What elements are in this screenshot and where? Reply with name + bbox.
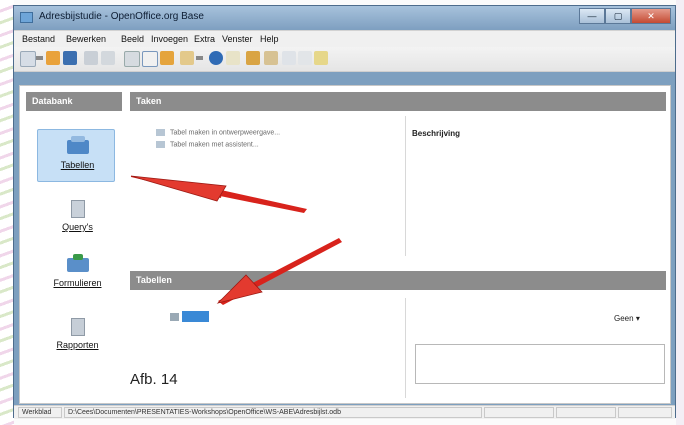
form-design-icon[interactable]	[142, 51, 158, 67]
status-cell-3	[484, 407, 554, 418]
database-header: Databank	[26, 92, 122, 111]
edit-icon[interactable]	[84, 51, 98, 65]
background-decoration	[0, 0, 14, 425]
standard-toolbar	[14, 47, 675, 72]
query-icon[interactable]	[264, 51, 278, 65]
tasks-header: Taken	[130, 92, 666, 111]
task-label: Tabel maken in ontwerpweergave...	[170, 129, 281, 137]
open-folder-icon[interactable]	[46, 51, 60, 65]
db-item-reports[interactable]: Rapporten	[30, 316, 125, 350]
db-item-tables[interactable]: Tabellen	[30, 136, 125, 170]
selected-table-name[interactable]	[182, 311, 209, 323]
whats-this-icon[interactable]	[226, 51, 240, 65]
table-design-icon	[156, 129, 165, 136]
database-workspace: Databank Tabellen Query's Formulieren Ra…	[19, 85, 671, 404]
preview-dropdown-value: Geen	[614, 314, 634, 323]
minimize-button[interactable]: —	[579, 8, 605, 24]
menu-invoegen[interactable]: Invoegen	[151, 34, 188, 44]
save-icon[interactable]	[63, 51, 77, 65]
reports-icon	[65, 316, 91, 336]
chevron-down-icon: ▾	[635, 314, 640, 323]
application-window: Adresbijstudie - OpenOffice.org Base — ▢…	[13, 5, 676, 419]
task-create-wizard[interactable]: Tabel maken met assistent...	[156, 141, 259, 148]
queries-icon	[65, 198, 91, 218]
status-mode: Werkblad	[18, 407, 62, 418]
task-label: Tabel maken met assistent...	[170, 141, 259, 149]
copy-icon[interactable]	[124, 51, 140, 67]
db-item-forms[interactable]: Formulieren	[30, 254, 125, 288]
help-icon[interactable]	[209, 51, 223, 65]
table-node-icon	[170, 312, 179, 321]
report-icon[interactable]	[160, 51, 174, 65]
description-label: Beschrijving	[412, 129, 461, 138]
table-wizard-icon	[156, 141, 165, 148]
table-tree-node[interactable]	[170, 311, 209, 323]
dropdown-arrow-icon-2[interactable]	[196, 56, 203, 60]
new-document-icon[interactable]	[20, 51, 36, 67]
status-cell-5	[618, 407, 672, 418]
pointer-icon[interactable]	[314, 51, 328, 65]
status-cell-4	[556, 407, 616, 418]
menu-venster[interactable]: Venster	[222, 34, 253, 44]
menu-help[interactable]: Help	[260, 34, 279, 44]
status-bar: Werkblad D:\Cees\Documenten\PRESENTATIES…	[14, 405, 675, 419]
status-path: D:\Cees\Documenten\PRESENTATIES-Workshop…	[64, 407, 482, 418]
export-pdf-icon[interactable]	[101, 51, 115, 65]
tasks-divider	[405, 116, 406, 256]
menu-bewerken[interactable]: Bewerken	[66, 34, 106, 44]
background-edge	[676, 0, 684, 425]
menu-bar: Bestand Bewerken Beeld Invoegen Extra Ve…	[14, 30, 675, 48]
filter-icon[interactable]	[282, 51, 296, 65]
menu-beeld[interactable]: Beeld	[121, 34, 144, 44]
tables-icon	[65, 136, 91, 156]
tables-divider	[405, 298, 406, 398]
table-icon[interactable]	[246, 51, 260, 65]
undo-icon[interactable]	[298, 51, 312, 65]
preview-area	[415, 344, 665, 384]
task-create-design-view[interactable]: Tabel maken in ontwerpweergave...	[156, 129, 280, 136]
db-item-label: Formulieren	[53, 278, 102, 288]
db-item-label: Tabellen	[60, 160, 95, 170]
app-icon[interactable]	[20, 12, 33, 23]
db-item-label: Query's	[62, 222, 93, 232]
menu-extra[interactable]: Extra	[194, 34, 215, 44]
forms-icon	[65, 254, 91, 274]
window-title: Adresbijstudie - OpenOffice.org Base	[39, 11, 204, 22]
db-item-label: Rapporten	[56, 340, 99, 350]
close-button[interactable]: ✕	[631, 8, 671, 24]
menu-bestand[interactable]: Bestand	[22, 34, 55, 44]
title-bar[interactable]: Adresbijstudie - OpenOffice.org Base — ▢…	[14, 6, 675, 30]
db-item-queries[interactable]: Query's	[30, 198, 125, 232]
sort-icon[interactable]	[180, 51, 194, 65]
dropdown-arrow-icon[interactable]	[36, 56, 43, 60]
maximize-button[interactable]: ▢	[605, 8, 631, 24]
tables-header: Tabellen	[130, 271, 666, 290]
figure-caption: Afb. 14	[130, 371, 178, 388]
preview-dropdown[interactable]: Geen ▾	[614, 314, 640, 323]
